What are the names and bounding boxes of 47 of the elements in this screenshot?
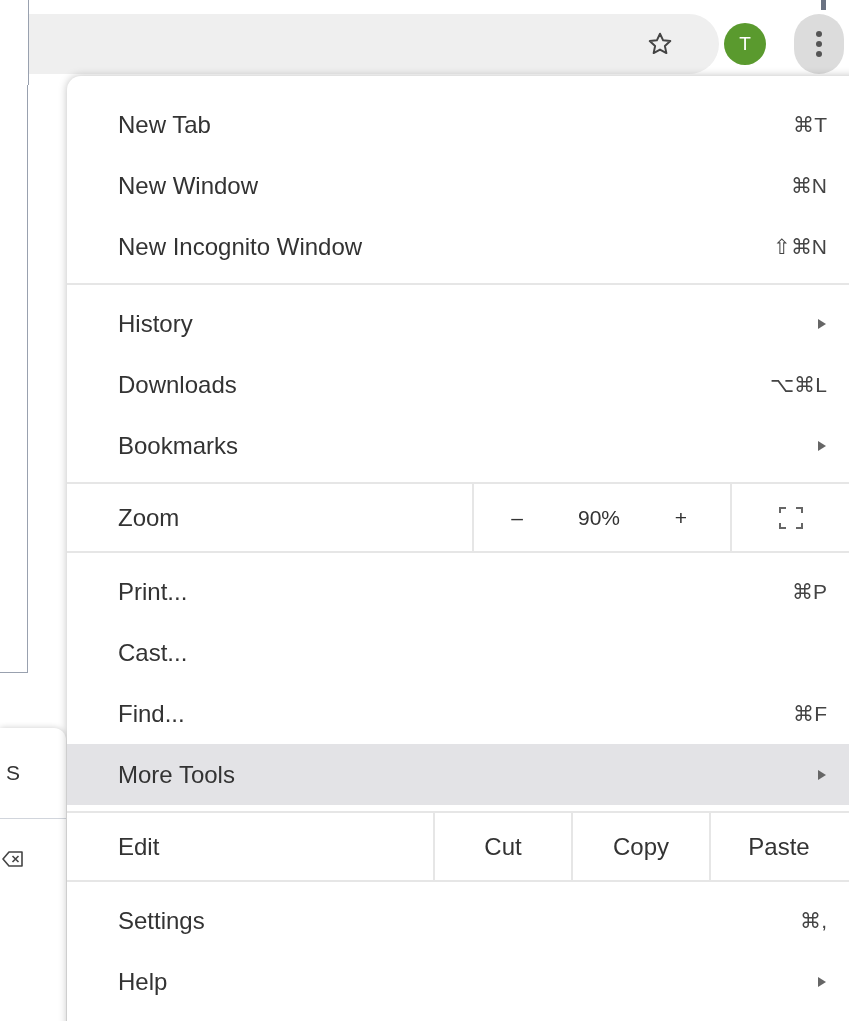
- item-label: Cast...: [118, 637, 188, 668]
- menu-item[interactable]: Downloads ⌥⌘L: [67, 354, 849, 415]
- item-label: History: [118, 308, 193, 339]
- edit-action-button[interactable]: Copy: [571, 813, 709, 880]
- shortcut-text: ⌘N: [790, 172, 827, 199]
- shortcut-text: ⌘F: [793, 700, 827, 727]
- item-label: Print...: [118, 576, 188, 607]
- menu-button[interactable]: [794, 14, 844, 74]
- shortcut-text: ⌘T: [793, 111, 827, 138]
- zoom-value: 90%: [578, 504, 620, 531]
- zoom-label: Zoom: [117, 502, 181, 533]
- menu-item[interactable]: New Incognito Window ⇧⌘N: [67, 216, 849, 277]
- menu-item[interactable]: More Tools: [67, 744, 849, 805]
- menu-item[interactable]: Help: [67, 951, 849, 1012]
- shortcut-text: ⌘,: [800, 907, 827, 934]
- fullscreen-icon: [777, 505, 804, 530]
- menu-item[interactable]: Cast...: [67, 622, 849, 683]
- edit-label: Edit: [117, 831, 161, 862]
- item-label: Downloads: [118, 369, 237, 400]
- shortcut-text: ⌥⌘L: [770, 371, 827, 398]
- menu-item[interactable]: Bookmarks: [67, 415, 849, 476]
- tab-marker: [821, 0, 826, 10]
- star-icon[interactable]: [647, 31, 673, 57]
- kebab-icon: [815, 30, 823, 58]
- shortcut-text: ⌘P: [792, 578, 827, 605]
- shortcut-text: S: [5, 760, 20, 787]
- item-label: Bookmarks: [118, 430, 239, 461]
- item-label: New Window: [118, 170, 259, 201]
- menu-item[interactable]: New Tab ⌘T: [67, 94, 849, 155]
- edit-action-button[interactable]: Cut: [433, 813, 571, 880]
- item-label: New Incognito Window: [118, 231, 363, 262]
- menu-item[interactable]: New Window ⌘N: [67, 155, 849, 216]
- menu-item[interactable]: Print... ⌘P: [67, 561, 849, 622]
- item-label: Help: [118, 966, 168, 997]
- delete-icon: [2, 849, 24, 868]
- menu-item[interactable]: History: [67, 293, 849, 354]
- shortcut-text: ⇧⌘N: [772, 233, 827, 260]
- fullscreen-button[interactable]: [777, 505, 804, 530]
- menu-item[interactable]: Find... ⌘F: [67, 683, 849, 744]
- menu-item[interactable]: Settings ⌘,: [67, 890, 849, 951]
- item-label: Settings: [118, 905, 205, 936]
- item-label: Find...: [118, 698, 185, 729]
- zoom-in-button[interactable]: +: [666, 501, 696, 534]
- zoom-out-button[interactable]: –: [502, 501, 532, 534]
- item-label: More Tools: [118, 759, 235, 790]
- edit-action-button[interactable]: Paste: [709, 813, 847, 880]
- item-label: New Tab: [118, 109, 211, 140]
